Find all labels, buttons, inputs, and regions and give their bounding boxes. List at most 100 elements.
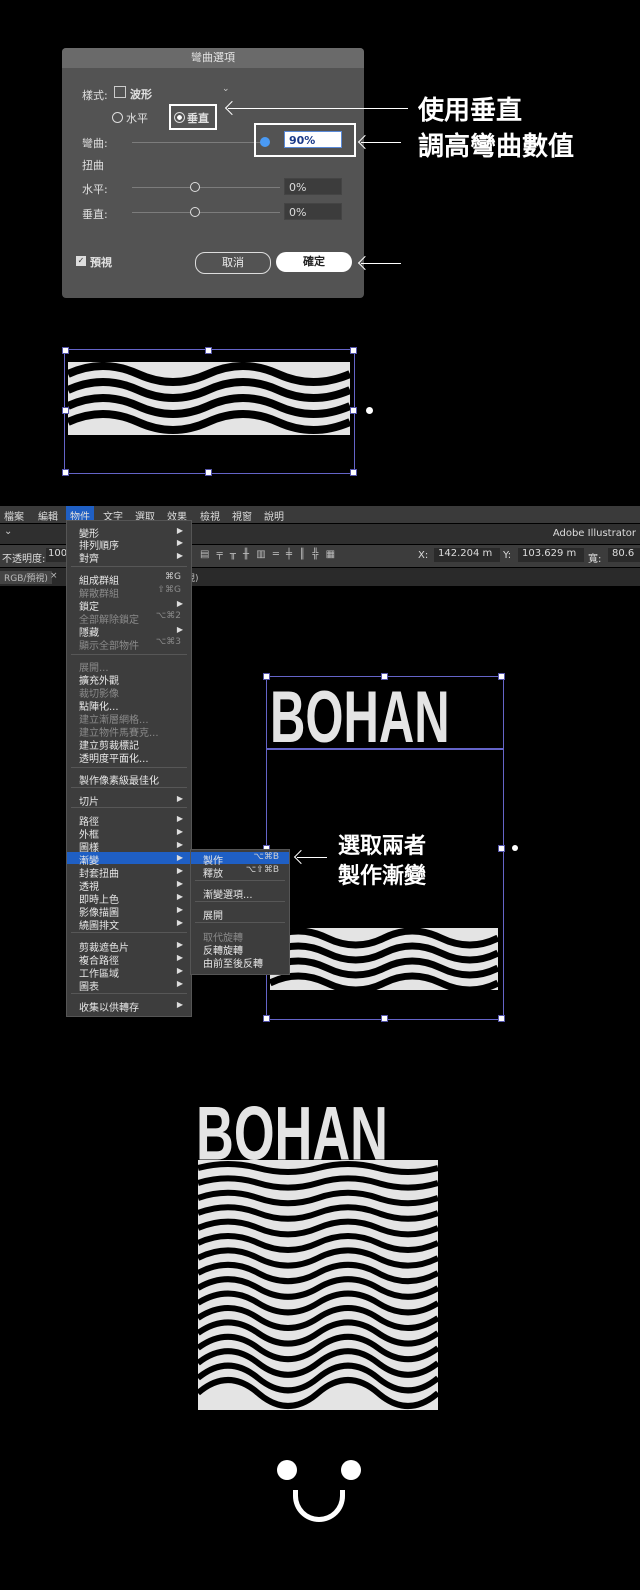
menu-view[interactable]: 檢視: [200, 508, 220, 523]
vertical-field[interactable]: 0%: [284, 203, 342, 220]
menu-item[interactable]: 透明度平面化...: [67, 750, 191, 765]
rotate-handle[interactable]: [512, 845, 518, 851]
wave-icon: [114, 86, 126, 98]
submenu-item[interactable]: 漸變選項...: [191, 886, 289, 901]
bend-field[interactable]: 90%: [284, 131, 342, 148]
menu-edit[interactable]: 編輯: [38, 508, 58, 523]
vertical-slider-knob[interactable]: [190, 207, 200, 217]
menu-item[interactable]: 複合路徑 ▶: [67, 952, 191, 967]
menu-item[interactable]: 圖表 ▶: [67, 978, 191, 993]
selection-handle[interactable]: [62, 407, 69, 414]
menu-item[interactable]: 排列順序 ▶: [67, 537, 191, 552]
menu-help[interactable]: 說明: [264, 508, 284, 523]
horizontal-slider-knob[interactable]: [190, 182, 200, 192]
selection-handle[interactable]: [205, 469, 212, 476]
menu-item[interactable]: 收集以供轉存 ▶: [67, 999, 191, 1014]
style-label: 樣式:: [82, 89, 108, 102]
selection-handle[interactable]: [62, 347, 69, 354]
submenu-arrow-icon: ▶: [176, 905, 183, 914]
menu-item[interactable]: 鎖定 ▶: [67, 598, 191, 613]
menu-item[interactable]: 外框 ▶: [67, 826, 191, 841]
submenu-item[interactable]: 展開: [191, 907, 289, 922]
menu-item[interactable]: 對齊 ▶: [67, 550, 191, 565]
document-tab[interactable]: RGB/預視): [0, 571, 52, 584]
menu-item[interactable]: 圖樣 ▶: [67, 839, 191, 854]
menu-item[interactable]: 影像描圖 ▶: [67, 904, 191, 919]
orientation-horizontal-radio[interactable]: 水平: [112, 110, 162, 126]
menu-item[interactable]: 點陣化...: [67, 698, 191, 713]
rotate-handle[interactable]: [366, 407, 373, 414]
horizontal-field[interactable]: 0%: [284, 178, 342, 195]
w-field[interactable]: 80.6: [608, 548, 640, 562]
menu-item[interactable]: 工作區域 ▶: [67, 965, 191, 980]
menu-item[interactable]: 變形 ▶: [67, 525, 191, 540]
menu-separator: [71, 566, 187, 567]
menu-item[interactable]: 建立剪裁標記: [67, 737, 191, 752]
menu-separator: [71, 787, 187, 788]
submenu-arrow-icon: ▶: [176, 892, 183, 901]
selection-handle[interactable]: [263, 1015, 270, 1022]
selection-handle[interactable]: [350, 347, 357, 354]
menu-item[interactable]: 繞圖排文 ▶: [67, 917, 191, 932]
submenu-arrow-icon: ▶: [176, 918, 183, 927]
cancel-button[interactable]: 取消: [195, 252, 271, 274]
menu-window[interactable]: 視窗: [232, 508, 252, 523]
menu-item[interactable]: 即時上色 ▶: [67, 891, 191, 906]
menu-item: 裁切影像: [67, 685, 191, 700]
submenu-item[interactable]: 反轉旋轉: [191, 942, 289, 957]
menu-item[interactable]: 切片 ▶: [67, 793, 191, 808]
selection-handle[interactable]: [205, 347, 212, 354]
horizontal-label: 水平:: [82, 183, 108, 196]
menu-item[interactable]: 隱藏 ▶: [67, 624, 191, 639]
smiley-mouth-icon: [293, 1490, 345, 1522]
menu-shortcut: ⌥⌘B: [253, 852, 279, 862]
submenu-item[interactable]: 製作 ⌥⌘B: [191, 852, 289, 867]
menu-item[interactable]: 封套扭曲 ▶: [67, 865, 191, 880]
menu-item: 顯示全部物件 ⌥⌘3: [67, 637, 191, 652]
vertical-slider-track[interactable]: [132, 212, 280, 213]
menu-item[interactable]: 擴充外觀: [67, 672, 191, 687]
close-icon[interactable]: ×: [50, 571, 58, 581]
dialog-title: 彎曲選項: [62, 48, 364, 68]
menu-separator: [195, 880, 285, 881]
selection-handle[interactable]: [498, 1015, 505, 1022]
menu-item[interactable]: 透視 ▶: [67, 878, 191, 893]
selection-handle[interactable]: [498, 673, 505, 680]
menu-file[interactable]: 檔案: [4, 508, 24, 523]
menu-item[interactable]: 剪裁遮色片 ▶: [67, 939, 191, 954]
menu-item[interactable]: 製作像素級最佳化: [67, 772, 191, 787]
submenu-arrow-icon: ▶: [176, 866, 183, 875]
selection-handle[interactable]: [350, 407, 357, 414]
menu-item[interactable]: 路徑 ▶: [67, 813, 191, 828]
selection-handle[interactable]: [381, 673, 388, 680]
bend-slider-track[interactable]: [132, 142, 262, 143]
align-icons[interactable]: ▤ ╤ ╥ ╫ ▥ ═ ╪ ║ ╬ ▦: [200, 549, 337, 560]
selection-handle[interactable]: [498, 845, 505, 852]
preview-checkbox[interactable]: ✓ 預視: [76, 254, 136, 270]
selection-handle[interactable]: [381, 1015, 388, 1022]
selection-handle[interactable]: [263, 673, 270, 680]
menu-shortcut: ⌥⌘2: [155, 611, 181, 621]
selection-handle[interactable]: [62, 469, 69, 476]
menu-item-label: 繞圖排文: [79, 921, 119, 932]
ok-button[interactable]: 確定: [276, 252, 352, 272]
submenu-arrow-icon: ▶: [176, 551, 183, 560]
chevron-down-icon: ⌄: [222, 84, 230, 94]
x-field[interactable]: 142.204 m: [434, 548, 500, 562]
orientation-vertical-radio[interactable]: 垂直: [174, 110, 214, 126]
submenu-item[interactable]: 由前至後反轉: [191, 955, 289, 970]
callout-raise-bend: 調高彎曲數值: [418, 132, 575, 162]
menu-item[interactable]: 組成群組 ⌘G: [67, 572, 191, 587]
style-dropdown[interactable]: 波形 ⌄: [114, 84, 234, 101]
wave-art: [270, 928, 498, 990]
menu-item-label: 收集以供轉存: [79, 1003, 139, 1014]
submenu-item[interactable]: 釋放 ⌥⇧⌘B: [191, 865, 289, 880]
menu-shortcut: ⌥⌘3: [155, 637, 181, 647]
menu-item[interactable]: 漸變 ▶: [67, 852, 191, 867]
horizontal-slider-track[interactable]: [132, 187, 280, 188]
callout-arrow: [297, 857, 327, 858]
y-field[interactable]: 103.629 m: [518, 548, 584, 562]
opacity-field[interactable]: 100: [46, 548, 68, 562]
selection-handle[interactable]: [350, 469, 357, 476]
submenu-arrow-icon: ▶: [176, 1000, 183, 1009]
